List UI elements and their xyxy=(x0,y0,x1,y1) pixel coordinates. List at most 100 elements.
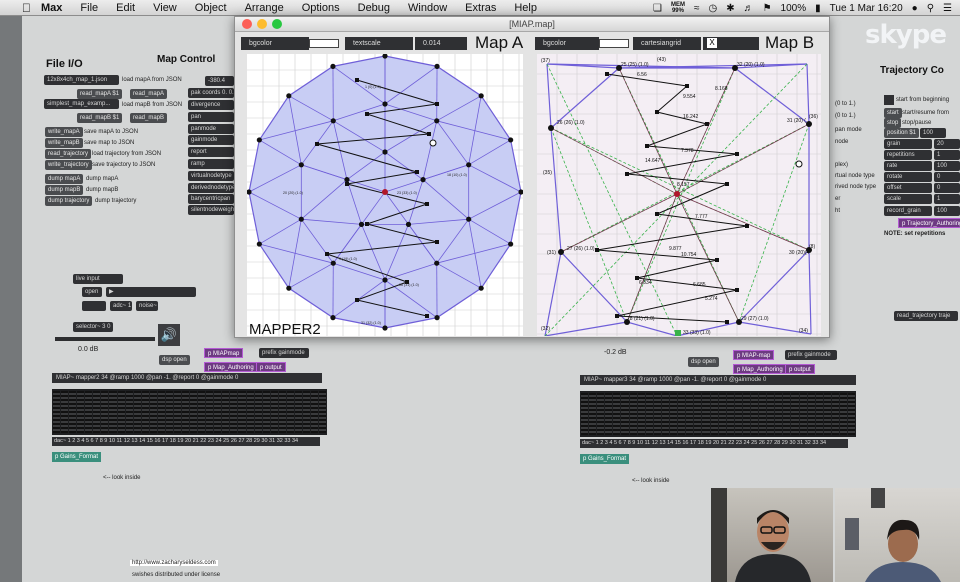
menu-debug[interactable]: Debug xyxy=(358,2,390,14)
speaker-node[interactable] xyxy=(806,121,812,127)
p-map-authoring-object-b[interactable]: p Map_Authoring xyxy=(733,364,787,374)
menu-view[interactable]: View xyxy=(153,2,177,14)
pan-box[interactable]: pan xyxy=(188,112,234,122)
ramp-box[interactable]: ramp xyxy=(188,159,234,169)
speaker-node[interactable] xyxy=(434,315,440,321)
flag-icon[interactable]: ⚑ xyxy=(763,3,772,14)
gain-slider-channel[interactable] xyxy=(783,393,791,435)
gain-slider-channel[interactable] xyxy=(254,391,262,433)
start-toggle[interactable] xyxy=(884,95,894,105)
dump-map-a-message[interactable]: dump mapA xyxy=(45,174,84,184)
gain-slider-channel[interactable] xyxy=(775,393,783,435)
gain-slider-channel[interactable] xyxy=(581,393,589,435)
gain-slider-channel[interactable] xyxy=(286,391,294,433)
pak-coords-object[interactable]: pak coords 0. 0. xyxy=(188,88,234,98)
trajectory-point[interactable] xyxy=(725,320,729,324)
coord-number-box[interactable]: -380.4 xyxy=(205,76,234,86)
dump-map-b-message[interactable]: dump mapB xyxy=(45,185,84,195)
dsp-open-message-b[interactable]: dsp open xyxy=(688,357,719,367)
gain-slider-channel[interactable] xyxy=(302,391,310,433)
trajectory-point[interactable] xyxy=(745,224,749,228)
trajectory-point[interactable] xyxy=(605,72,609,76)
spotlight-icon[interactable]: ⚲ xyxy=(927,3,934,14)
gain-slider-channel[interactable] xyxy=(77,391,85,433)
gain-slider-channel[interactable] xyxy=(686,393,694,435)
stop-message[interactable]: stop xyxy=(884,118,902,128)
gain-slider-channel[interactable] xyxy=(637,393,645,435)
virtual-node-type-box[interactable]: virtualnodetype xyxy=(188,171,234,181)
dac-object[interactable]: dac~ 1 2 3 4 5 6 7 8 9 10 11 12 13 14 15… xyxy=(52,437,320,446)
gain-slider-channel[interactable] xyxy=(702,393,710,435)
close-icon[interactable] xyxy=(242,19,252,29)
trajectory-point[interactable] xyxy=(615,314,619,318)
gain-slider-channel[interactable] xyxy=(734,393,742,435)
gain-slider-channel[interactable] xyxy=(629,393,637,435)
gain-sliders-b[interactable] xyxy=(580,391,856,437)
battery-icon[interactable]: ▮ xyxy=(815,3,821,14)
trajectory-point[interactable] xyxy=(435,102,439,106)
map-b-bgcolor-menu[interactable]: bgcolor xyxy=(535,37,599,50)
gain-slider-channel[interactable] xyxy=(791,393,799,435)
mem-readout[interactable]: MEM 99% xyxy=(671,2,685,14)
gain-slider-channel[interactable] xyxy=(589,393,597,435)
rate-number[interactable]: 100 xyxy=(934,161,960,171)
start-message[interactable]: start xyxy=(884,108,902,118)
noise-object[interactable]: noise~ xyxy=(136,301,158,311)
gain-slider-channel[interactable] xyxy=(694,393,702,435)
grain-number[interactable]: 20 xyxy=(934,139,960,149)
p-map-authoring-object[interactable]: p Map_Authoring xyxy=(204,362,258,372)
map-b-canvas[interactable]: (37) 25 (25) (1.0) 32 (20) (1.0) 26 (26) (1… xyxy=(537,54,821,336)
scale-number[interactable]: 1 xyxy=(934,194,960,204)
open-button[interactable]: open xyxy=(82,287,102,297)
gain-slider-channel[interactable] xyxy=(93,391,101,433)
speaker-node[interactable] xyxy=(434,63,440,69)
trajectory-point[interactable] xyxy=(425,314,429,318)
gain-slider-channel[interactable] xyxy=(718,393,726,435)
gain-slider-channel[interactable] xyxy=(149,391,157,433)
trajectory-point[interactable] xyxy=(435,240,439,244)
selector-object[interactable]: selector~ 3 0 xyxy=(73,322,113,332)
p-output-object-b[interactable]: p output xyxy=(785,364,815,374)
gain-slider-channel[interactable] xyxy=(831,393,839,435)
gain-slider-channel[interactable] xyxy=(190,391,198,433)
speaker-node[interactable] xyxy=(330,118,336,124)
trajectory-point[interactable] xyxy=(325,252,329,256)
gain-slider-channel[interactable] xyxy=(823,393,831,435)
gain-slider-channel[interactable] xyxy=(726,393,734,435)
speaker-node[interactable] xyxy=(508,241,514,247)
gain-slider-channel[interactable] xyxy=(759,393,767,435)
speaker-node[interactable] xyxy=(548,125,554,131)
menu-app[interactable]: Max xyxy=(41,2,62,14)
user-icon[interactable]: ● xyxy=(912,3,918,14)
gain-slider-channel[interactable] xyxy=(605,393,613,435)
p-output-object[interactable]: p output xyxy=(256,362,286,372)
sfplay-object[interactable] xyxy=(82,301,106,311)
write-map-a-message[interactable]: write_mapA xyxy=(45,127,83,137)
gain-slider-channel[interactable] xyxy=(661,393,670,435)
wifi-icon[interactable]: ≈ xyxy=(694,3,700,14)
mapper-object[interactable]: MIAP~ mapper2 34 @ramp 1000 @pan -1. @re… xyxy=(52,373,322,383)
gain-slider-channel[interactable] xyxy=(767,393,775,435)
live-input-menu[interactable]: live input xyxy=(73,274,123,284)
write-map-b-message[interactable]: write_mapB xyxy=(45,138,83,148)
gainmode-box[interactable]: gainmode xyxy=(188,135,234,145)
read-map-b-arg-message[interactable]: read_mapB $1 xyxy=(77,113,123,123)
panmode-box[interactable]: panmode xyxy=(188,124,234,134)
trajectory-point[interactable] xyxy=(425,202,429,206)
trajectory-point[interactable] xyxy=(735,288,739,292)
map-a-canvas[interactable]: 1 (0) (1.0) 20 (20) (1.0) 18 (10) (1.0) 23 … xyxy=(247,54,523,336)
virtual-source-node[interactable] xyxy=(674,191,680,197)
map-a-color-swatch[interactable] xyxy=(309,39,339,48)
speaker-node[interactable] xyxy=(298,162,304,168)
trajectory-point[interactable] xyxy=(735,152,739,156)
trajectory-point[interactable] xyxy=(705,122,709,126)
read-map-b-message[interactable]: read_mapB xyxy=(130,113,168,123)
gain-slider-channel[interactable] xyxy=(840,393,848,435)
speaker-node[interactable] xyxy=(478,285,484,291)
menu-extras[interactable]: Extras xyxy=(465,2,496,14)
gain-slider-channel[interactable] xyxy=(206,391,214,433)
speaker-node[interactable] xyxy=(434,260,440,266)
map-a-bgcolor-menu[interactable]: bgcolor xyxy=(241,37,309,50)
repetitions-number[interactable]: 1 xyxy=(934,150,960,160)
trajectory-point[interactable] xyxy=(345,182,349,186)
